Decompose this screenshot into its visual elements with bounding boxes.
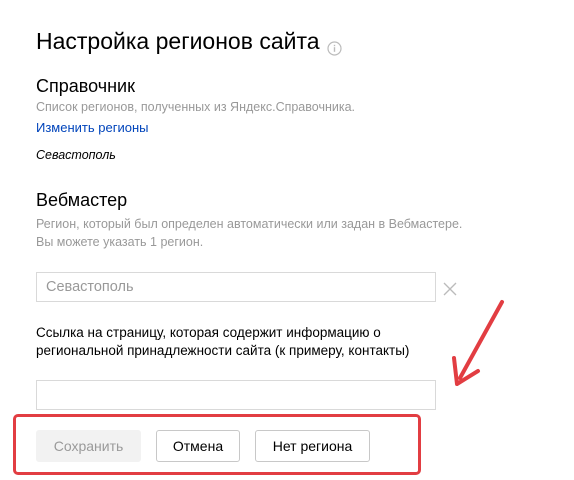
no-region-button[interactable]: Нет региона bbox=[255, 430, 370, 462]
webmaster-description-line2: Вы можете указать 1 регион. bbox=[36, 235, 204, 249]
close-icon[interactable] bbox=[442, 281, 458, 297]
webmaster-heading: Вебмастер bbox=[36, 190, 128, 210]
region-link-label: Ссылка на страницу, которая содержит инф… bbox=[36, 325, 410, 358]
info-circle-icon[interactable] bbox=[326, 35, 342, 56]
directory-heading: Справочник bbox=[36, 76, 135, 96]
annotation-arrow-icon bbox=[452, 300, 504, 386]
page-title-text: Настройка регионов сайта bbox=[36, 28, 320, 54]
webmaster-description-line1: Регион, который был определен автоматиче… bbox=[36, 217, 463, 231]
region-settings-page: Настройка регионов сайта Справочник Спис… bbox=[0, 0, 574, 480]
region-link-input[interactable] bbox=[36, 380, 436, 410]
directory-description: Список регионов, полученных из Яндекс.Сп… bbox=[36, 100, 356, 114]
change-regions-link[interactable]: Изменить регионы bbox=[36, 120, 148, 135]
cancel-button[interactable]: Отмена bbox=[156, 430, 240, 462]
page-title: Настройка регионов сайта bbox=[36, 28, 342, 56]
webmaster-region-input[interactable] bbox=[36, 272, 436, 302]
save-button[interactable]: Сохранить bbox=[36, 430, 141, 462]
directory-region-value: Севастополь bbox=[36, 148, 116, 162]
